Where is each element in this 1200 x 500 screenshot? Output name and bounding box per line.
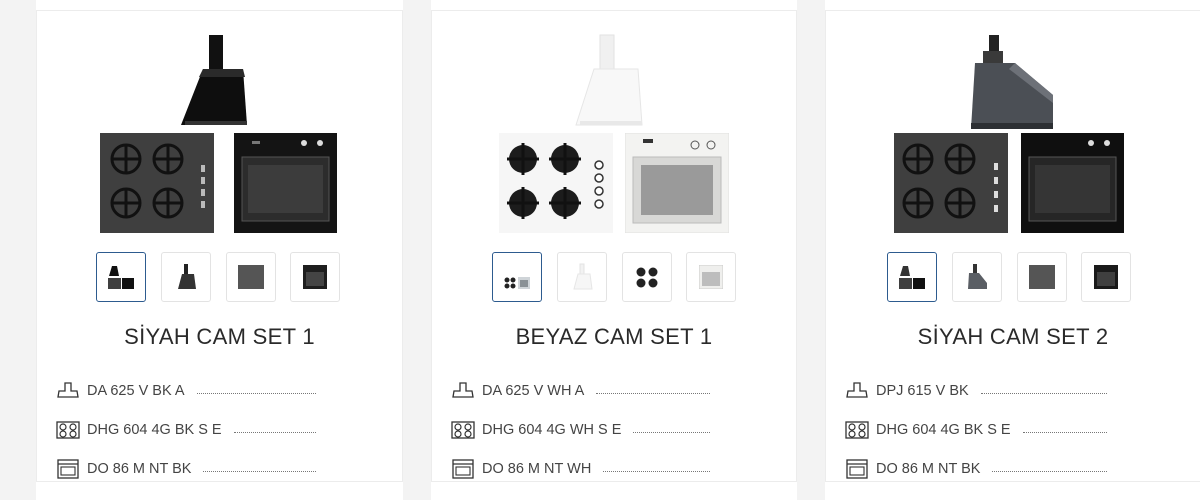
thumbnail-oven[interactable]: [686, 252, 736, 302]
list-item[interactable]: DHG 604 4G BK S E: [55, 410, 318, 449]
product-code: DHG 604 4G BK S E: [87, 421, 222, 438]
oven-icon: [55, 458, 81, 480]
product-code: DPJ 615 V BK: [876, 382, 969, 399]
list-item[interactable]: DO 86 M NT WH: [450, 449, 712, 481]
product-code: DO 86 M NT WH: [482, 460, 592, 477]
product-code: DO 86 M NT BK: [876, 460, 981, 477]
dotted-leader: [603, 471, 710, 472]
thumbnail-set[interactable]: [492, 252, 542, 302]
hood-thumbnail-icon: [968, 264, 987, 289]
thumbnail-hood[interactable]: [161, 252, 211, 302]
hob-image: [894, 133, 1008, 233]
dotted-leader: [1022, 432, 1107, 433]
product-title[interactable]: BEYAZ CAM SET 1: [432, 324, 796, 350]
dotted-leader: [203, 471, 316, 472]
page-gutter: [403, 0, 431, 500]
hood-icon: [844, 380, 870, 402]
list-item[interactable]: DO 86 M NT BK: [55, 449, 318, 481]
dotted-leader: [596, 393, 710, 394]
product-code: DHG 604 4G WH S E: [482, 421, 622, 438]
product-code: DA 625 V WH A: [482, 382, 585, 399]
dotted-leader: [233, 432, 316, 433]
cooker-hood-image: [181, 35, 247, 125]
set-items-list: DPJ 615 V BK DHG 604 4G BK S E DO 86 M N…: [844, 371, 1109, 481]
list-item[interactable]: DO 86 M NT BK: [844, 449, 1109, 481]
oven-image: [625, 133, 729, 233]
thumbnail-hob[interactable]: [226, 252, 276, 302]
product-title[interactable]: SİYAH CAM SET 2: [826, 324, 1200, 350]
hob-thumbnail-icon: [636, 267, 658, 288]
product-code: DHG 604 4G BK S E: [876, 421, 1011, 438]
dotted-leader: [196, 393, 316, 394]
thumbnail-oven[interactable]: [290, 252, 340, 302]
product-hero-image[interactable]: [432, 11, 796, 251]
set-thumbnail-icon: [504, 277, 530, 289]
product-hero-image[interactable]: [37, 11, 402, 251]
set-thumbnail-icon: [108, 266, 134, 289]
hob-icon: [55, 419, 81, 441]
set-items-list: DA 625 V BK A DHG 604 4G BK S E DO 86 M …: [55, 371, 318, 481]
hob-image: [100, 133, 214, 233]
hob-icon: [450, 419, 476, 441]
product-hero-image[interactable]: [826, 11, 1200, 251]
oven-thumbnail-icon: [699, 265, 723, 289]
oven-thumbnail-icon: [1094, 265, 1118, 289]
set-thumbnail-icon: [899, 266, 925, 289]
hob-image: [499, 133, 613, 233]
hood-icon: [450, 380, 476, 402]
product-card[interactable]: SİYAH CAM SET 2 DPJ 615 V BK DHG 604 4G …: [825, 10, 1200, 482]
cooker-hood-image: [971, 35, 1053, 129]
list-item[interactable]: DHG 604 4G WH S E: [450, 410, 712, 449]
dotted-leader: [992, 471, 1107, 472]
hood-thumbnail-icon: [178, 264, 196, 289]
oven-image: [234, 133, 337, 233]
thumbnail-hob[interactable]: [622, 252, 672, 302]
thumbnail-set[interactable]: [887, 252, 937, 302]
oven-image: [1021, 133, 1124, 233]
product-card[interactable]: BEYAZ CAM SET 1 DA 625 V WH A DHG 604 4G…: [431, 10, 797, 482]
thumbnail-strip: [37, 252, 402, 304]
page-gutter: [0, 0, 36, 500]
list-item[interactable]: DA 625 V BK A: [55, 371, 318, 410]
thumbnail-hood[interactable]: [557, 252, 607, 302]
thumbnail-hob[interactable]: [1017, 252, 1067, 302]
oven-thumbnail-icon: [303, 265, 327, 289]
thumbnail-hood[interactable]: [952, 252, 1002, 302]
list-item[interactable]: DPJ 615 V BK: [844, 371, 1109, 410]
hob-icon: [844, 419, 870, 441]
thumbnail-strip: [826, 252, 1200, 304]
product-code: DO 86 M NT BK: [87, 460, 192, 477]
oven-icon: [844, 458, 870, 480]
oven-icon: [450, 458, 476, 480]
list-item[interactable]: DA 625 V WH A: [450, 371, 712, 410]
product-title[interactable]: SİYAH CAM SET 1: [37, 324, 402, 350]
thumbnail-strip: [432, 252, 796, 304]
page-gutter: [797, 0, 825, 500]
thumbnail-set[interactable]: [96, 252, 146, 302]
dotted-leader: [633, 432, 710, 433]
thumbnail-oven[interactable]: [1081, 252, 1131, 302]
set-items-list: DA 625 V WH A DHG 604 4G WH S E DO 86 M …: [450, 371, 712, 481]
hood-icon: [55, 380, 81, 402]
product-code: DA 625 V BK A: [87, 382, 185, 399]
hob-thumbnail-icon: [1029, 265, 1055, 289]
cooker-hood-image: [575, 34, 643, 126]
list-item[interactable]: DHG 604 4G BK S E: [844, 410, 1109, 449]
hood-thumbnail-icon: [573, 263, 593, 290]
dotted-leader: [980, 393, 1107, 394]
product-card[interactable]: SİYAH CAM SET 1 DA 625 V BK A DHG 604 4G…: [36, 10, 403, 482]
hob-thumbnail-icon: [238, 265, 264, 289]
